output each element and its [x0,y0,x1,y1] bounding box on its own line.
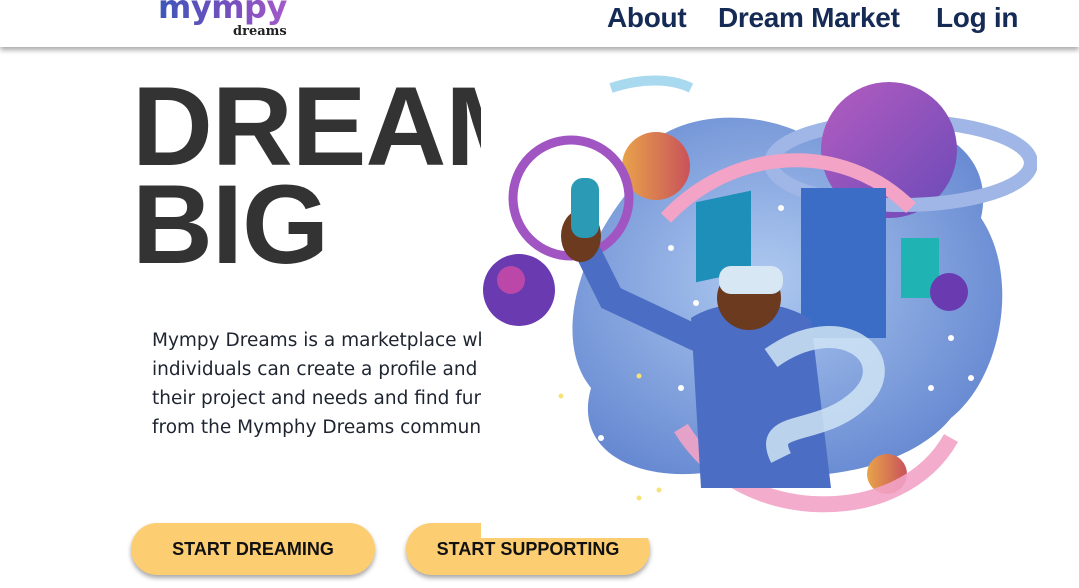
nav-link-about[interactable]: About [607,2,687,34]
nav-link-log-in[interactable]: Log in [936,2,1018,34]
fuzzy-sphere-icon [930,273,968,311]
site-header: mympy dreams About Dream Market Log in [0,0,1079,47]
building-shape [801,188,886,338]
start-dreaming-button[interactable]: START DREAMING [131,523,375,575]
hero-title-line-2: BIG [132,162,329,287]
vr-controller-icon [571,178,599,238]
hero-illustration [481,58,1037,538]
vr-headset-icon [719,266,783,294]
logo-wordmark: mympy [158,0,287,26]
hero-title: DREAM BIG [132,71,539,287]
logo[interactable]: mympy dreams [158,0,298,43]
logo-subtitle: dreams [233,24,287,39]
nav-link-dream-market[interactable]: Dream Market [718,2,900,34]
